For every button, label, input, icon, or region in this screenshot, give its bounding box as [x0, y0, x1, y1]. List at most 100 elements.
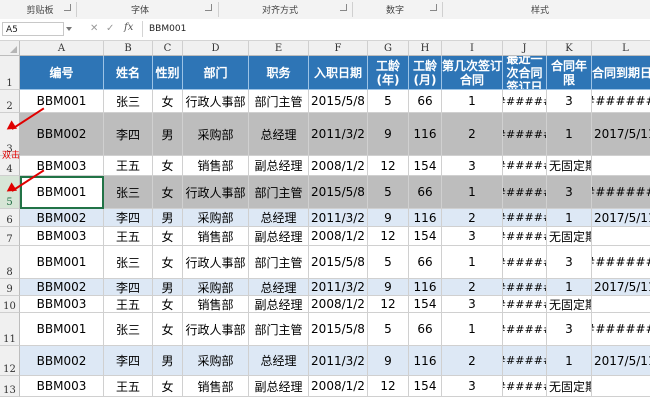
- data-cell[interactable]: 116: [409, 346, 442, 376]
- row-header-6[interactable]: 6: [0, 209, 20, 227]
- data-cell[interactable]: 行政人事部: [183, 246, 249, 279]
- data-cell[interactable]: 总经理: [249, 113, 309, 156]
- column-header-d[interactable]: D: [183, 41, 249, 56]
- data-cell[interactable]: 154: [409, 227, 442, 246]
- data-cell[interactable]: 行政人事部: [183, 90, 249, 113]
- data-cell[interactable]: 女: [153, 246, 183, 279]
- header-cell[interactable]: 部门: [183, 56, 249, 90]
- data-cell[interactable]: 行政人事部: [183, 313, 249, 346]
- row-header-2[interactable]: 2: [0, 90, 20, 113]
- data-cell[interactable]: BBM002: [20, 279, 104, 296]
- data-cell[interactable]: 王五: [104, 376, 153, 397]
- font-launcher-icon[interactable]: [205, 4, 212, 11]
- data-cell[interactable]: 王五: [104, 156, 153, 176]
- name-box[interactable]: A5: [2, 22, 64, 36]
- data-cell[interactable]: 12: [368, 156, 409, 176]
- data-cell[interactable]: 女: [153, 313, 183, 346]
- data-cell[interactable]: 部门主管: [249, 246, 309, 279]
- data-cell[interactable]: BBM002: [20, 346, 104, 376]
- column-header-c[interactable]: C: [153, 41, 183, 56]
- row-header-1[interactable]: 1: [0, 56, 20, 90]
- data-cell[interactable]: ######: [503, 113, 547, 156]
- data-cell[interactable]: 李四: [104, 279, 153, 296]
- data-cell[interactable]: 李四: [104, 209, 153, 227]
- row-header-9[interactable]: 9: [0, 279, 20, 296]
- data-cell[interactable]: 2015/5/8: [309, 313, 368, 346]
- data-cell[interactable]: 9: [368, 346, 409, 376]
- data-cell[interactable]: 3: [547, 246, 592, 279]
- data-cell[interactable]: ######: [503, 176, 547, 209]
- data-cell[interactable]: 2: [442, 113, 503, 156]
- data-cell[interactable]: 2: [442, 346, 503, 376]
- data-cell[interactable]: 5: [368, 90, 409, 113]
- data-cell[interactable]: 部门主管: [249, 313, 309, 346]
- header-cell[interactable]: 合同到期日期: [592, 56, 650, 90]
- data-cell[interactable]: 3: [547, 90, 592, 113]
- data-cell[interactable]: 2008/1/2: [309, 296, 368, 313]
- data-cell[interactable]: 66: [409, 313, 442, 346]
- data-cell[interactable]: 154: [409, 156, 442, 176]
- column-header-g[interactable]: G: [368, 41, 409, 56]
- data-cell[interactable]: 1: [442, 90, 503, 113]
- data-cell[interactable]: 副总经理: [249, 376, 309, 397]
- data-cell[interactable]: ######: [503, 346, 547, 376]
- chevron-down-icon[interactable]: [66, 27, 72, 31]
- data-cell[interactable]: BBM003: [20, 376, 104, 397]
- data-cell[interactable]: 2017/5/11: [592, 209, 650, 227]
- data-cell[interactable]: 154: [409, 296, 442, 313]
- data-cell[interactable]: 2008/1/2: [309, 227, 368, 246]
- data-cell[interactable]: 采购部: [183, 209, 249, 227]
- data-cell[interactable]: 1: [442, 313, 503, 346]
- data-cell[interactable]: BBM001: [20, 90, 104, 113]
- data-cell[interactable]: 12: [368, 296, 409, 313]
- data-cell[interactable]: 2011/3/2: [309, 346, 368, 376]
- data-cell[interactable]: BBM001: [20, 313, 104, 346]
- data-cell[interactable]: 1: [442, 246, 503, 279]
- column-header-h[interactable]: H: [409, 41, 442, 56]
- data-cell[interactable]: 2017/5/11: [592, 113, 650, 156]
- data-cell[interactable]: 总经理: [249, 346, 309, 376]
- data-cell[interactable]: 2017/5/11: [592, 346, 650, 376]
- data-cell[interactable]: 3: [442, 376, 503, 397]
- ribbon-group-styles[interactable]: 样式: [525, 3, 555, 16]
- data-cell[interactable]: 2015/5/8: [309, 246, 368, 279]
- data-cell[interactable]: 1: [547, 209, 592, 227]
- number-launcher-icon[interactable]: [430, 4, 437, 11]
- data-cell[interactable]: BBM001: [20, 246, 104, 279]
- row-header-10[interactable]: 10: [0, 296, 20, 313]
- clipboard-launcher-icon[interactable]: [64, 4, 71, 11]
- data-cell[interactable]: 9: [368, 209, 409, 227]
- alignment-launcher-icon[interactable]: [340, 4, 347, 11]
- row-header-13[interactable]: 13: [0, 376, 20, 397]
- data-cell[interactable]: 116: [409, 279, 442, 296]
- data-cell[interactable]: 女: [153, 156, 183, 176]
- confirm-icon[interactable]: ✓: [106, 23, 114, 34]
- data-cell[interactable]: 女: [153, 176, 183, 209]
- data-cell[interactable]: 9: [368, 279, 409, 296]
- data-cell[interactable]: 总经理: [249, 279, 309, 296]
- header-cell[interactable]: 性别: [153, 56, 183, 90]
- data-cell[interactable]: 12: [368, 227, 409, 246]
- data-cell[interactable]: 女: [153, 296, 183, 313]
- ribbon-group-alignment[interactable]: 对齐方式: [255, 3, 305, 16]
- data-cell[interactable]: 5: [368, 246, 409, 279]
- data-cell[interactable]: 1: [547, 346, 592, 376]
- data-cell[interactable]: 无固定期限: [547, 227, 592, 246]
- data-cell[interactable]: 男: [153, 346, 183, 376]
- ribbon-group-number[interactable]: 数字: [380, 3, 410, 16]
- data-cell[interactable]: 2015/5/8: [309, 176, 368, 209]
- header-cell[interactable]: 编号: [20, 56, 104, 90]
- data-cell[interactable]: 12: [368, 376, 409, 397]
- data-cell[interactable]: 154: [409, 376, 442, 397]
- data-cell[interactable]: 男: [153, 113, 183, 156]
- data-cell[interactable]: 1: [547, 113, 592, 156]
- data-cell[interactable]: ######: [503, 376, 547, 397]
- data-cell[interactable]: BBM001: [20, 176, 104, 209]
- data-cell[interactable]: BBM002: [20, 113, 104, 156]
- data-cell[interactable]: 2011/3/2: [309, 279, 368, 296]
- data-cell[interactable]: 3: [442, 227, 503, 246]
- data-cell[interactable]: 销售部: [183, 296, 249, 313]
- data-cell[interactable]: 66: [409, 90, 442, 113]
- cancel-icon[interactable]: ✕: [90, 23, 98, 34]
- data-cell[interactable]: 行政人事部: [183, 176, 249, 209]
